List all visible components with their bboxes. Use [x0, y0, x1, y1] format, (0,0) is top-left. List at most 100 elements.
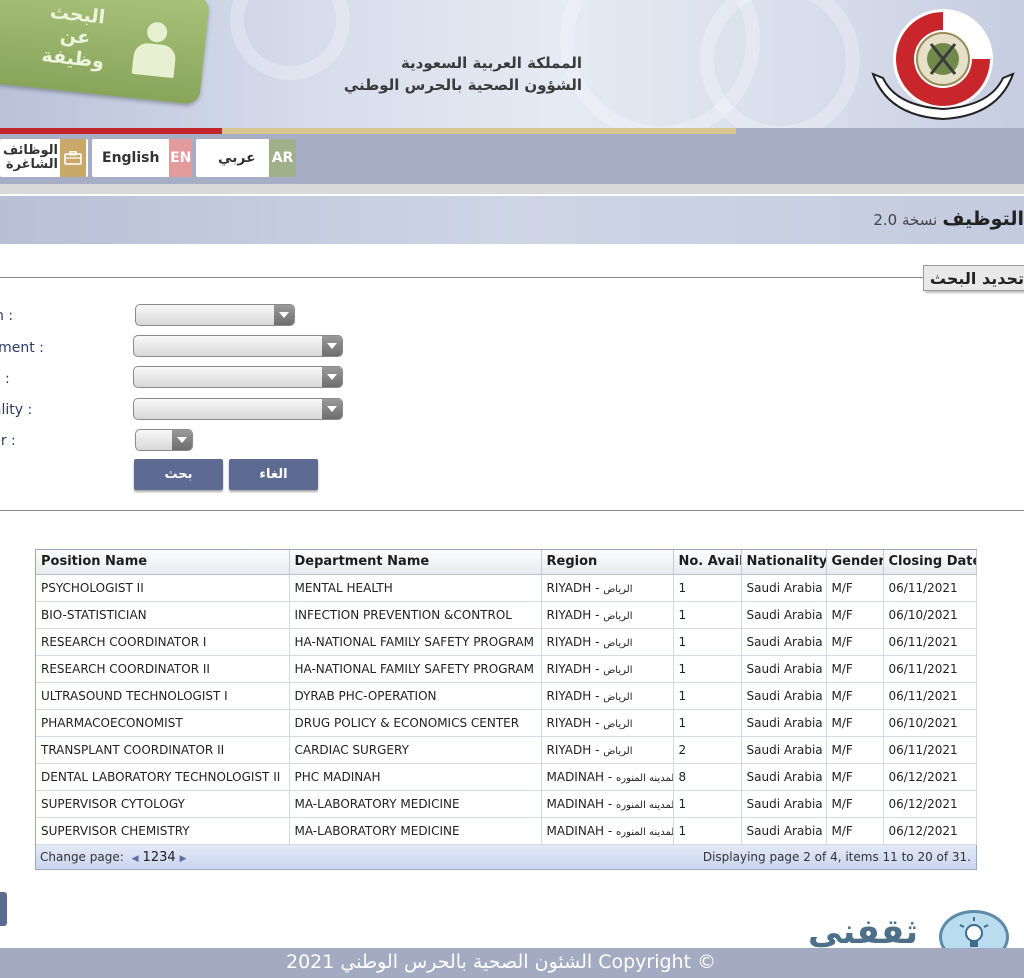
page-title-bar: التوظيف نسخة 2.0	[0, 196, 1024, 244]
table-row[interactable]: RESEARCH COORDINATOR I HA-NATIONAL FAMILY…	[36, 628, 977, 656]
gender-label: Gender :	[0, 433, 16, 449]
department-label: Department :	[0, 340, 44, 356]
search-button[interactable]: بحث	[134, 459, 223, 490]
cell-gender-text: M/F	[831, 607, 853, 622]
separator-band	[0, 184, 1024, 194]
cell-position: RESEARCH COORDINATOR II	[36, 655, 290, 683]
next-page-icon[interactable]: ▶	[180, 854, 187, 864]
chevron-down-icon	[322, 336, 342, 356]
table-row[interactable]: PSYCHOLOGIST II MENTAL HEALTH RIYADH - الر…	[36, 574, 977, 602]
table-row[interactable]: DENTAL LABORATORY TECHNOLOGIST II PHC MAD…	[36, 763, 977, 791]
chevron-down-icon	[172, 430, 192, 450]
region-select[interactable]	[135, 304, 295, 326]
cell-department: MA-LABORATORY MEDICINE	[289, 790, 542, 818]
job-search-tile[interactable]: البحث عن وظيفة	[0, 0, 211, 105]
english-language-button[interactable]: English EN	[92, 139, 192, 177]
cell-region: MADINAH - المدينه المنوره	[541, 790, 674, 818]
cell-nationality: Saudi Arabia	[741, 790, 827, 818]
english-code: EN	[169, 139, 192, 177]
table-row[interactable]: TRANSPLANT COORDINATOR II CARDIAC SURGERY…	[36, 736, 977, 764]
cell-position-text: SUPERVISOR CYTOLOGY	[41, 796, 185, 811]
chevron-down-icon	[274, 305, 294, 325]
page-link[interactable]: 2	[151, 850, 159, 865]
cell-nationality-text: Saudi Arabia	[746, 796, 823, 811]
cell-department: DRUG POLICY & ECONOMICS CENTER	[289, 709, 542, 737]
cell-position-text: DENTAL LABORATORY TECHNOLOGIST II	[41, 769, 281, 784]
table-row[interactable]: BIO-STATISTICIAN INFECTION PREVENTION &CO…	[36, 601, 977, 629]
cell-department-text: MA-LABORATORY MEDICINE	[294, 823, 460, 838]
cell-gender: M/F	[826, 790, 884, 818]
cell-department: MA-LABORATORY MEDICINE	[289, 817, 542, 845]
national-guard-logo	[871, 9, 1015, 121]
cell-region: RIYADH - الرياض	[541, 682, 674, 710]
cell-region-text: RIYADH -	[546, 661, 604, 676]
cancel-button[interactable]: الغاء	[229, 459, 318, 490]
cell-position-text: TRANSPLANT COORDINATOR II	[41, 742, 225, 757]
table-header-row: Position Name Department Name Region No.…	[36, 550, 977, 575]
column-header-region[interactable]: Region	[541, 550, 674, 575]
cell-region-text: RIYADH -	[546, 634, 604, 649]
cell-gender-text: M/F	[831, 661, 853, 676]
cell-closing-date-text: 06/10/2021	[888, 715, 958, 730]
cell-available: 1	[673, 817, 742, 845]
org-title-line1: المملكة العربية السعودية	[400, 54, 582, 72]
cell-gender-text: M/F	[831, 796, 853, 811]
cell-position-text: RESEARCH COORDINATOR I	[41, 634, 207, 649]
chevron-down-icon	[322, 399, 342, 419]
cell-nationality-text: Saudi Arabia	[746, 769, 823, 784]
cell-department-text: INFECTION PREVENTION &CONTROL	[294, 607, 512, 622]
cell-department: HA-NATIONAL FAMILY SAFETY PROGRAM	[289, 628, 542, 656]
language-nav-bar: الوظائف الشاغرة English EN عربي AR	[0, 134, 1024, 184]
table-row[interactable]: RESEARCH COORDINATOR II HA-NATIONAL FAMIL…	[36, 655, 977, 683]
cell-region-text: MADINAH -	[546, 823, 617, 838]
column-header-department[interactable]: Department Name	[289, 550, 542, 575]
cell-available-text: 8	[678, 769, 687, 784]
cell-region-arabic: المدينه المنوره	[616, 772, 673, 784]
column-header-gender[interactable]: Gender	[826, 550, 884, 575]
cell-closing-date-text: 06/11/2021	[888, 742, 958, 757]
cell-available-text: 1	[678, 580, 687, 595]
arabic-language-button[interactable]: عربي AR	[196, 139, 296, 177]
column-header-nationality[interactable]: Nationality	[741, 550, 827, 575]
cell-position: TRANSPLANT COORDINATOR II	[36, 736, 290, 764]
nationality-select[interactable]	[133, 398, 343, 420]
cell-closing-date-text: 06/11/2021	[888, 688, 958, 703]
previous-page-icon[interactable]: ◀	[132, 854, 139, 864]
cell-gender: M/F	[826, 574, 884, 602]
column-header-available[interactable]: No. Avail	[673, 550, 742, 575]
column-header-closing-date[interactable]: Closing Date	[883, 550, 977, 575]
column-header-position[interactable]: Position Name	[36, 550, 290, 575]
page-link[interactable]: 1	[143, 850, 151, 865]
person-icon	[131, 20, 179, 80]
table-row[interactable]: ULTRASOUND TECHNOLOGIST I DYRAB PHC-OPERA…	[36, 682, 977, 710]
cell-region-text: RIYADH -	[546, 607, 604, 622]
position-select[interactable]	[133, 366, 343, 388]
vacancies-button[interactable]: الوظائف الشاغرة	[0, 139, 88, 177]
cell-nationality-text: Saudi Arabia	[746, 823, 823, 838]
table-row[interactable]: PHARMACOECONOMIST DRUG POLICY & ECONOMICS…	[36, 709, 977, 737]
cell-region-arabic: الرياض	[603, 664, 633, 676]
position-label: Position :	[0, 371, 10, 387]
side-tab-button[interactable]	[0, 892, 7, 926]
gender-select[interactable]	[135, 429, 193, 451]
search-section-title: تحديد البحث	[929, 269, 1024, 288]
table-row[interactable]: SUPERVISOR CHEMISTRY MA-LABORATORY MEDICI…	[36, 817, 977, 845]
watermark-text: ثقفني	[808, 912, 918, 952]
cell-available-text: 1	[678, 661, 687, 676]
page-link[interactable]: 4	[167, 850, 175, 865]
cell-department-text: DYRAB PHC-OPERATION	[294, 688, 437, 703]
chevron-down-icon	[322, 367, 342, 387]
organization-title: المملكة العربية السعودية الشؤون الصحية ب…	[320, 52, 582, 96]
cell-available: 8	[673, 763, 742, 791]
cell-available-text: 1	[678, 688, 687, 703]
cell-closing-date: 06/12/2021	[883, 817, 977, 845]
cell-closing-date-text: 06/12/2021	[888, 769, 958, 784]
table-row[interactable]: SUPERVISOR CYTOLOGY MA-LABORATORY MEDICIN…	[36, 790, 977, 818]
cell-position: SUPERVISOR CHEMISTRY	[36, 817, 290, 845]
vacancies-label: الوظائف الشاغرة	[3, 143, 58, 172]
cell-position-text: ULTRASOUND TECHNOLOGIST I	[41, 688, 228, 703]
cell-closing-date: 06/11/2021	[883, 736, 977, 764]
copyright-text: الشئون الصحية بالحرس الوطني 2021 Copyrig…	[286, 951, 717, 973]
cell-nationality-text: Saudi Arabia	[746, 607, 823, 622]
department-select[interactable]	[133, 335, 343, 357]
